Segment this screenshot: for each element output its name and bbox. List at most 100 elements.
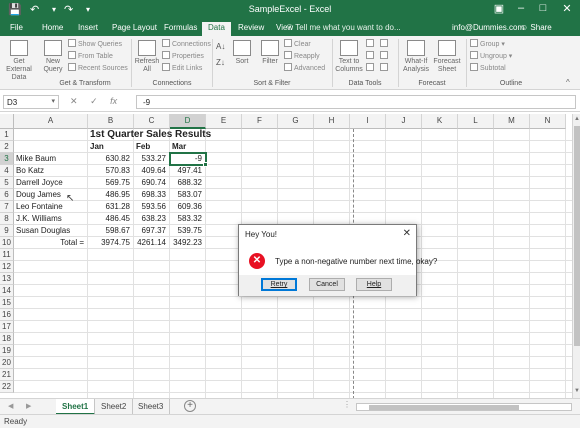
row-header[interactable]: 16 bbox=[0, 309, 14, 321]
tab-splitter-icon[interactable]: ⋮ bbox=[343, 400, 351, 409]
name-cell[interactable]: Bo Katz bbox=[16, 165, 87, 177]
value-cell[interactable]: 688.32 bbox=[172, 177, 205, 189]
properties-button[interactable]: Properties bbox=[162, 51, 204, 60]
tab-formulas[interactable]: Formulas bbox=[158, 22, 203, 36]
row-header[interactable]: 4 bbox=[0, 165, 14, 177]
total-cell[interactable]: 3974.75 bbox=[90, 237, 133, 249]
collapse-ribbon-icon[interactable]: ^ bbox=[566, 78, 570, 87]
edit-links-button[interactable]: Edit Links bbox=[162, 63, 202, 72]
vertical-scrollbar[interactable]: ▲ ▼ bbox=[572, 114, 580, 398]
refresh-all-button[interactable]: Refresh All bbox=[134, 40, 160, 74]
text-to-columns-button[interactable]: Text to Columns bbox=[334, 40, 364, 74]
column-header[interactable]: B bbox=[88, 114, 134, 129]
scroll-thumb[interactable] bbox=[574, 126, 580, 346]
value-cell[interactable]: 486.45 bbox=[90, 213, 133, 225]
month-header-cell[interactable]: Feb bbox=[136, 141, 169, 153]
horizontal-scroll-thumb[interactable] bbox=[369, 405, 519, 410]
row-header[interactable]: 10 bbox=[0, 237, 14, 249]
column-header[interactable]: E bbox=[206, 114, 242, 129]
close-button[interactable]: ✕ bbox=[556, 2, 578, 18]
row-header[interactable]: 3 bbox=[0, 153, 14, 165]
account-email[interactable]: info@Dummies.com bbox=[452, 23, 524, 32]
row-header[interactable]: 18 bbox=[0, 333, 14, 345]
value-cell[interactable]: 583.32 bbox=[172, 213, 205, 225]
total-cell[interactable]: 4261.14 bbox=[136, 237, 169, 249]
value-cell[interactable]: 569.75 bbox=[90, 177, 133, 189]
name-cell[interactable]: J.K. Williams bbox=[16, 213, 87, 225]
row-header[interactable]: 6 bbox=[0, 189, 14, 201]
tab-review[interactable]: Review bbox=[232, 22, 270, 36]
value-cell[interactable]: 638.23 bbox=[136, 213, 169, 225]
row-header[interactable]: 19 bbox=[0, 345, 14, 357]
sort-za-icon[interactable]: Z↓ bbox=[216, 58, 225, 67]
value-cell[interactable]: 593.56 bbox=[136, 201, 169, 213]
forecast-sheet-button[interactable]: Forecast Sheet bbox=[432, 40, 462, 74]
total-label-cell[interactable]: Total = bbox=[16, 237, 87, 249]
name-cell[interactable]: Susan Douglas bbox=[16, 225, 87, 237]
data-validation-icon[interactable] bbox=[366, 63, 376, 72]
value-cell[interactable]: 539.75 bbox=[172, 225, 205, 237]
recent-sources-button[interactable]: Recent Sources bbox=[68, 63, 128, 72]
insert-function-icon[interactable]: fx bbox=[110, 96, 117, 106]
name-cell[interactable]: Darrell Joyce bbox=[16, 177, 87, 189]
row-header[interactable]: 2 bbox=[0, 141, 14, 153]
new-query-button[interactable]: New Query bbox=[40, 40, 66, 74]
chevron-down-icon[interactable]: ▾ bbox=[51, 97, 55, 105]
maximize-button[interactable]: □ bbox=[532, 2, 554, 18]
sort-az-icon[interactable]: A↓ bbox=[216, 42, 225, 51]
column-header[interactable]: N bbox=[530, 114, 566, 129]
column-header[interactable]: C bbox=[134, 114, 170, 129]
horizontal-scrollbar[interactable] bbox=[356, 403, 572, 411]
row-header[interactable]: 13 bbox=[0, 273, 14, 285]
share-button[interactable]: ☺ Share bbox=[520, 23, 552, 32]
connections-button[interactable]: Connections bbox=[162, 39, 211, 48]
cancel-button[interactable]: Cancel bbox=[309, 278, 345, 291]
fill-handle[interactable] bbox=[203, 162, 208, 167]
value-cell[interactable]: 583.07 bbox=[172, 189, 205, 201]
name-cell[interactable]: Doug James bbox=[16, 189, 87, 201]
value-cell[interactable]: 698.33 bbox=[136, 189, 169, 201]
value-cell[interactable]: 598.67 bbox=[90, 225, 133, 237]
sheet-tab-sheet2[interactable]: Sheet2 bbox=[95, 399, 134, 415]
row-header[interactable]: 22 bbox=[0, 381, 14, 393]
row-header[interactable]: 7 bbox=[0, 201, 14, 213]
sheet-prev-icon[interactable]: ◀ bbox=[8, 402, 13, 410]
sheet-title-cell[interactable]: 1st Quarter Sales Results bbox=[90, 128, 211, 142]
enter-formula-icon[interactable]: ✓ bbox=[90, 96, 98, 106]
tab-page-layout[interactable]: Page Layout bbox=[106, 22, 163, 36]
dialog-close-icon[interactable]: ✕ bbox=[403, 228, 411, 239]
column-header[interactable]: F bbox=[242, 114, 278, 129]
scroll-down-icon[interactable]: ▼ bbox=[573, 388, 580, 394]
subtotal-button[interactable]: Subtotal bbox=[470, 63, 506, 72]
row-header[interactable]: 17 bbox=[0, 321, 14, 333]
get-external-data-button[interactable]: Get External Data bbox=[1, 40, 37, 82]
row-header[interactable]: 1 bbox=[0, 129, 14, 141]
minimize-button[interactable]: – bbox=[510, 2, 532, 18]
tab-insert[interactable]: Insert bbox=[72, 22, 104, 36]
column-header[interactable]: J bbox=[386, 114, 422, 129]
data-model-icon[interactable] bbox=[380, 63, 390, 72]
relationships-icon[interactable] bbox=[380, 51, 390, 60]
filter-button[interactable]: Filter bbox=[260, 40, 280, 66]
sort-button[interactable]: Sort bbox=[232, 40, 252, 66]
clear-button[interactable]: Clear bbox=[284, 39, 311, 48]
value-cell[interactable]: 609.36 bbox=[172, 201, 205, 213]
row-header[interactable]: 11 bbox=[0, 249, 14, 261]
column-header[interactable]: G bbox=[278, 114, 314, 129]
column-header[interactable]: I bbox=[350, 114, 386, 129]
column-header[interactable]: L bbox=[458, 114, 494, 129]
select-all-corner[interactable] bbox=[0, 114, 14, 129]
row-header[interactable]: 20 bbox=[0, 357, 14, 369]
value-cell[interactable]: 486.95 bbox=[90, 189, 133, 201]
value-cell[interactable]: 631.28 bbox=[90, 201, 133, 213]
show-queries-button[interactable]: Show Queries bbox=[68, 39, 122, 48]
row-header[interactable]: 8 bbox=[0, 213, 14, 225]
column-header[interactable]: D bbox=[170, 114, 206, 129]
tell-me-box[interactable]: ☉ Tell me what you want to do... bbox=[286, 23, 401, 32]
remove-duplicates-icon[interactable] bbox=[366, 51, 376, 60]
row-header[interactable]: 9 bbox=[0, 225, 14, 237]
value-cell[interactable]: 697.37 bbox=[136, 225, 169, 237]
value-cell[interactable]: 630.82 bbox=[90, 153, 133, 165]
value-cell[interactable]: 690.74 bbox=[136, 177, 169, 189]
tab-file[interactable]: File bbox=[4, 22, 29, 36]
